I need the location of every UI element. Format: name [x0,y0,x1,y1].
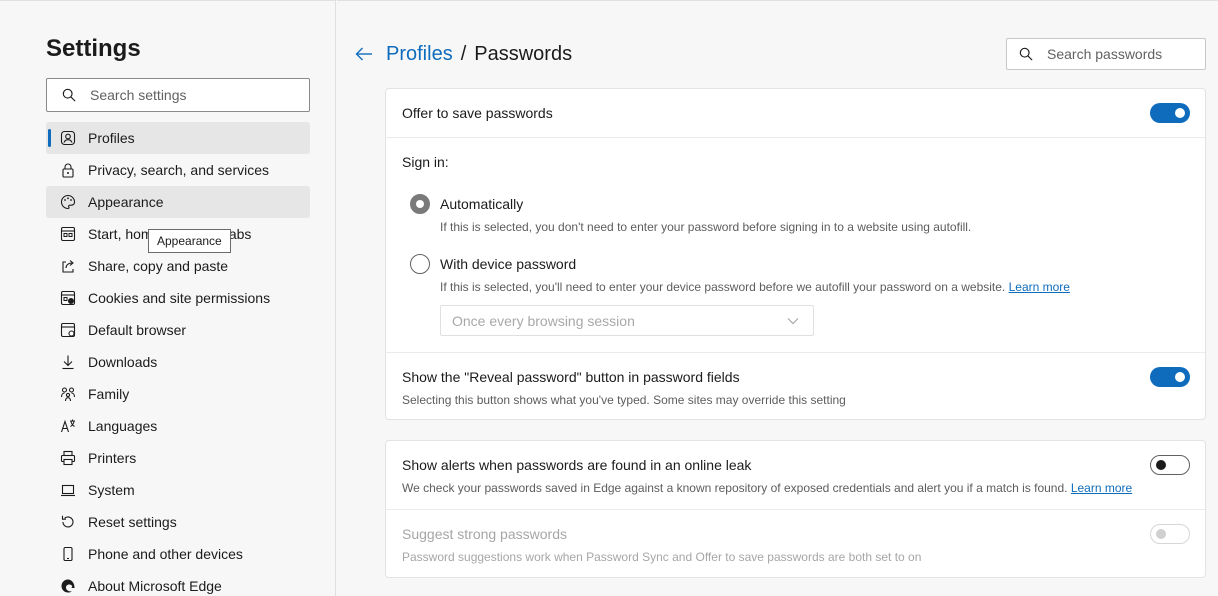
settings-sidebar: Settings Profiles Privacy, search, and s… [0,0,336,596]
sidebar-item-label: About Microsoft Edge [88,578,222,594]
sidebar-item-about[interactable]: About Microsoft Edge [46,570,310,596]
sidebar-item-appearance[interactable]: Appearance [46,186,310,218]
suggest-passwords-title: Suggest strong passwords [402,526,567,542]
sidebar-item-family[interactable]: Family [46,378,310,410]
sidebar-item-label: Appearance [88,194,164,210]
settings-search-box[interactable] [46,78,310,112]
offer-save-title: Offer to save passwords [402,105,553,121]
breadcrumb: Profiles / Passwords [386,43,572,66]
radio-device-password[interactable] [410,254,430,274]
edge-logo-icon [60,578,76,594]
reveal-desc: Selecting this button shows what you've … [402,393,846,407]
sidebar-item-cookies[interactable]: Cookies and site permissions [46,282,310,314]
radio-automatically[interactable] [410,194,430,214]
suggest-passwords-toggle [1150,524,1190,544]
sidebar-item-languages[interactable]: Languages [46,410,310,442]
lock-icon [60,162,76,178]
sidebar-item-label: Family [88,386,130,402]
share-icon [60,258,76,274]
palette-icon [60,194,76,210]
sidebar-item-label: Profiles [88,130,135,146]
sign-in-label: Sign in: [402,154,449,170]
sidebar-item-label: Printers [88,450,137,466]
page-title: Passwords [474,43,573,65]
sidebar-item-label: Languages [88,418,158,434]
printer-icon [60,450,76,466]
cookie-icon [60,290,76,306]
back-button[interactable] [354,44,374,64]
divider [386,509,1205,510]
breadcrumb-profiles-link[interactable]: Profiles [386,43,453,66]
sidebar-item-label: System [88,482,135,498]
sidebar-item-profiles[interactable]: Profiles [46,122,310,154]
desc-text: We check your passwords saved in Edge ag… [402,481,1068,495]
sidebar-title: Settings [46,35,141,62]
sidebar-item-phone[interactable]: Phone and other devices [46,538,310,570]
breadcrumb-separator: / [460,43,467,65]
sidebar-item-printers[interactable]: Printers [46,442,310,474]
option-automatically-desc: If this is selected, you don't need to e… [440,220,972,234]
search-icon [62,88,76,102]
password-settings-card: Offer to save passwords Sign in: Automat… [385,88,1206,420]
reveal-toggle[interactable] [1150,367,1190,387]
sidebar-item-label: Cookies and site permissions [88,290,271,306]
appearance-tooltip: Appearance [148,229,231,253]
language-icon [60,418,76,434]
learn-more-link[interactable]: Learn more [1009,280,1070,294]
sidebar-item-share[interactable]: Share, copy and paste [46,250,310,282]
desc-text: If this is selected, you'll need to ente… [440,280,1006,294]
offer-save-toggle[interactable] [1150,103,1190,123]
browser-icon [60,322,76,338]
sidebar-item-system[interactable]: System [46,474,310,506]
sidebar-item-label: Downloads [88,354,158,370]
sidebar-item-label: Default browser [88,322,187,338]
frequency-value: Once every browsing session [452,312,635,329]
sidebar-item-label: Privacy, search, and services [88,162,270,178]
sidebar-item-label: Share, copy and paste [88,258,229,274]
sidebar-item-reset[interactable]: Reset settings [46,506,310,538]
reveal-title: Show the "Reveal password" button in pas… [402,369,740,385]
leak-alerts-desc: We check your passwords saved in Edge ag… [402,481,1132,495]
search-icon [1019,47,1033,61]
sidebar-item-label: Phone and other devices [88,546,243,562]
learn-more-link[interactable]: Learn more [1071,481,1132,495]
suggest-passwords-desc: Password suggestions work when Password … [402,550,922,564]
divider [386,137,1205,138]
option-device-password-label: With device password [440,256,577,272]
option-device-password-desc: If this is selected, you'll need to ente… [440,280,1070,294]
leak-alerts-title: Show alerts when passwords are found in … [402,457,752,473]
main-content: Profiles / Passwords Offer to save passw… [337,0,1218,596]
option-automatically-label: Automatically [440,196,524,212]
settings-nav: Profiles Privacy, search, and services A… [46,122,310,596]
sidebar-item-label: Reset settings [88,514,177,530]
profile-icon [60,130,76,146]
settings-search-input[interactable] [90,87,290,103]
leak-alerts-toggle[interactable] [1150,455,1190,475]
chevron-down-icon [787,317,799,324]
sidebar-item-downloads[interactable]: Downloads [46,346,310,378]
home-tabs-icon [60,226,76,242]
back-arrow-icon [355,47,372,61]
phone-icon [60,546,76,562]
password-search-box[interactable] [1006,38,1206,70]
download-icon [60,354,76,370]
sidebar-item-default-browser[interactable]: Default browser [46,314,310,346]
laptop-icon [60,482,76,498]
frequency-dropdown[interactable]: Once every browsing session [440,305,814,336]
sidebar-item-privacy[interactable]: Privacy, search, and services [46,154,310,186]
password-search-input[interactable] [1047,46,1197,62]
divider [386,352,1205,353]
reset-icon [60,514,76,530]
family-icon [60,386,76,402]
password-security-card: Show alerts when passwords are found in … [385,440,1206,578]
